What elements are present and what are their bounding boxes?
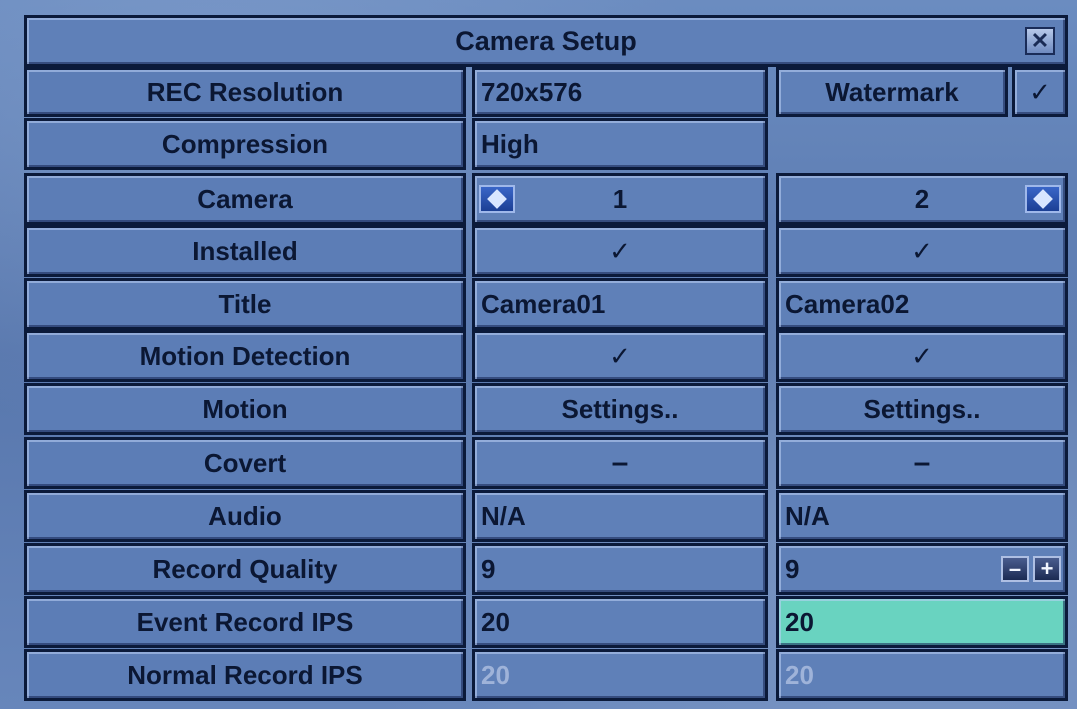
audio-label: Audio (24, 490, 466, 542)
audio-cam2-value[interactable]: N/A (776, 490, 1068, 542)
normal-record-ips-label: Normal Record IPS (24, 649, 466, 701)
record-quality-cam2-text: 9 (785, 553, 800, 584)
title-cam2-input[interactable]: Camera02 (776, 278, 1068, 330)
motion-cam1-settings-button[interactable]: Settings.. (472, 383, 768, 435)
audio-cam1-value[interactable]: N/A (472, 490, 768, 542)
camera-setup-screen: Camera Setup ✕ REC Resolution 720x576 Wa… (0, 0, 1077, 709)
event-record-ips-label: Event Record IPS (24, 596, 466, 648)
motion-detection-label: Motion Detection (24, 330, 466, 382)
event-record-ips-cam2-value[interactable]: 20 (776, 596, 1068, 648)
decrement-button[interactable]: – (1001, 556, 1029, 582)
motion-detection-cam2-checkbox[interactable]: ✓ (776, 330, 1068, 382)
watermark-checkbox[interactable]: ✓ (1012, 67, 1068, 117)
normal-record-ips-cam2-value: 20 (776, 649, 1068, 701)
dialog-title-bar: Camera Setup ✕ (24, 15, 1068, 67)
covert-cam2-toggle[interactable]: – (776, 437, 1068, 489)
compression-label: Compression (24, 118, 466, 170)
covert-label: Covert (24, 437, 466, 489)
camera-1-number: 1 (612, 183, 628, 214)
camera-1-header: 1 (472, 173, 768, 225)
compression-value[interactable]: High (472, 118, 768, 170)
title-label: Title (24, 278, 466, 330)
installed-cam1-checkbox[interactable]: ✓ (472, 225, 768, 277)
camera-2-header: 2 (776, 173, 1068, 225)
motion-cam2-settings-button[interactable]: Settings.. (776, 383, 1068, 435)
title-cam1-input[interactable]: Camera01 (472, 278, 768, 330)
event-record-ips-cam1-value[interactable]: 20 (472, 596, 768, 648)
motion-label: Motion (24, 383, 466, 435)
rec-resolution-value[interactable]: 720x576 (472, 67, 768, 117)
rec-resolution-label: REC Resolution (24, 67, 466, 117)
next-camera-button[interactable] (1025, 185, 1061, 213)
installed-cam2-checkbox[interactable]: ✓ (776, 225, 1068, 277)
watermark-label: Watermark (776, 67, 1008, 117)
close-icon: ✕ (1030, 28, 1050, 53)
prev-camera-button[interactable] (479, 185, 515, 213)
record-quality-cam1-value[interactable]: 9 (472, 543, 768, 595)
motion-detection-cam1-checkbox[interactable]: ✓ (472, 330, 768, 382)
covert-cam1-toggle[interactable]: – (472, 437, 768, 489)
arrow-right-icon (1033, 189, 1053, 209)
dialog-title: Camera Setup (455, 25, 637, 56)
increment-button[interactable]: + (1033, 556, 1061, 582)
camera-2-number: 2 (914, 183, 930, 214)
installed-label: Installed (24, 225, 466, 277)
record-quality-cam2-value[interactable]: 9 – + (776, 543, 1068, 595)
arrow-left-icon (487, 189, 507, 209)
normal-record-ips-cam1-value: 20 (472, 649, 768, 701)
record-quality-label: Record Quality (24, 543, 466, 595)
camera-label: Camera (24, 173, 466, 225)
close-button[interactable]: ✕ (1025, 27, 1055, 55)
